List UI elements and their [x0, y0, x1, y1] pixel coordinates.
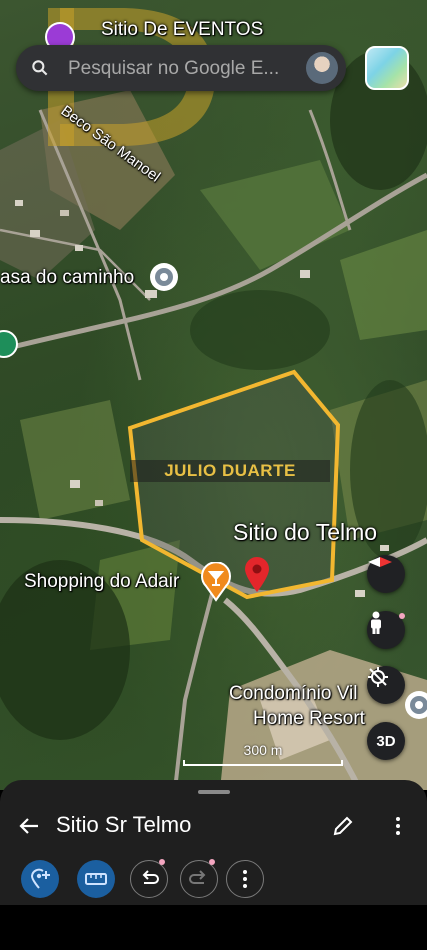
condo-pin-icon[interactable]: [403, 689, 427, 721]
bar-pin-icon[interactable]: [200, 562, 232, 602]
search-bar[interactable]: Pesquisar no Google E...: [16, 45, 346, 91]
add-point-icon[interactable]: [21, 860, 59, 898]
search-icon: [32, 60, 48, 76]
scale-bar-line: [183, 760, 343, 766]
place-pin-icon[interactable]: [148, 261, 180, 293]
sheet-title: Sitio Sr Telmo: [56, 812, 192, 837]
watermark-name: JULIO DUARTE: [130, 460, 330, 482]
redo-icon[interactable]: [180, 859, 218, 898]
account-avatar[interactable]: [306, 52, 338, 84]
pegman-icon[interactable]: [367, 611, 405, 649]
place-label-condominio-2[interactable]: Home Resort: [253, 708, 365, 730]
place-label-casa[interactable]: asa do caminho: [0, 267, 134, 289]
system-nav-bar: [0, 905, 427, 950]
scale-bar: 300 m: [183, 742, 343, 766]
scale-label: 300 m: [243, 742, 283, 758]
more-vert-icon[interactable]: [392, 815, 404, 837]
place-label-sitio[interactable]: Sitio do Telmo: [233, 519, 377, 545]
place-label-shopping[interactable]: Shopping do Adair: [24, 571, 179, 593]
search-placeholder: Pesquisar no Google E...: [68, 58, 280, 79]
compass-icon[interactable]: [367, 555, 405, 593]
location-off-icon[interactable]: [367, 666, 405, 704]
park-pin-icon[interactable]: [0, 330, 18, 364]
3d-button[interactable]: 3D: [367, 722, 405, 760]
more-options-icon[interactable]: [226, 860, 264, 898]
layers-icon[interactable]: [365, 46, 409, 90]
place-label-condominio-1[interactable]: Condomínio Vil: [229, 683, 358, 705]
satellite-map[interactable]: JULIO DUARTE Sitio De EVENTOS Pesquisar …: [0, 0, 427, 790]
selected-location-pin-icon[interactable]: [242, 555, 272, 593]
undo-icon[interactable]: [130, 859, 168, 898]
edit-icon[interactable]: [332, 815, 354, 837]
bottom-sheet[interactable]: Sitio Sr Telmo: [0, 780, 427, 905]
venue-label[interactable]: Sitio De EVENTOS: [101, 19, 263, 41]
ruler-icon[interactable]: [77, 860, 115, 898]
back-arrow-icon[interactable]: [18, 815, 40, 837]
drag-handle[interactable]: [198, 790, 230, 794]
